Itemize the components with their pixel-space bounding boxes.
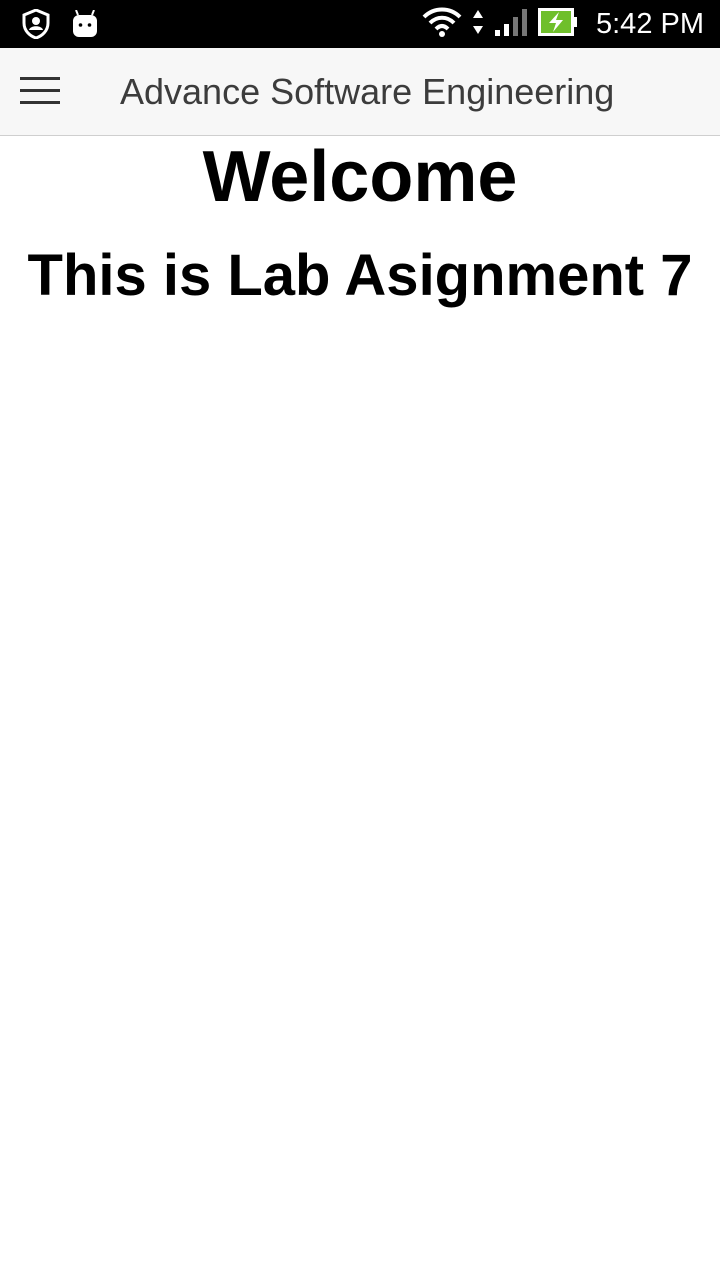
signal-icon (494, 7, 528, 42)
clock: 5:42 PM (596, 7, 704, 40)
shield-user-icon (22, 8, 50, 44)
welcome-heading: Welcome (202, 137, 518, 217)
status-bar: 5:42 PM (0, 0, 720, 48)
data-arrows-icon (472, 8, 484, 41)
system-icons: 5:42 PM (422, 0, 704, 48)
main-content: Welcome This is Lab Asignment 7 (0, 137, 720, 311)
android-icon (72, 9, 98, 43)
wifi-icon (422, 6, 462, 43)
notification-icons (22, 8, 98, 44)
battery-charging-icon (538, 7, 578, 41)
app-bar: Advance Software Engineering (0, 48, 720, 136)
app-title: Advance Software Engineering (120, 71, 615, 112)
menu-line (20, 101, 60, 104)
hamburger-menu-icon[interactable] (18, 77, 62, 107)
menu-line (20, 77, 60, 80)
lab-subheading: This is Lab Asignment 7 (27, 243, 693, 308)
menu-line (20, 89, 60, 92)
